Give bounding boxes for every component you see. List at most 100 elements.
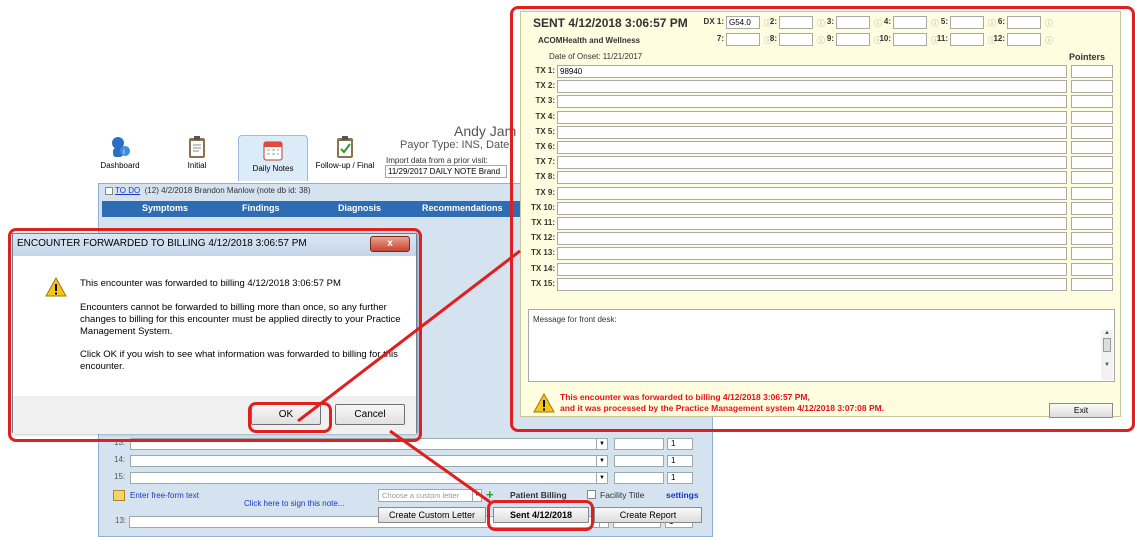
svg-text:i: i <box>123 148 125 156</box>
info-icon[interactable]: ⓘ <box>874 35 882 46</box>
todo-link[interactable]: TO DO <box>115 186 140 195</box>
main-nav: i Dashboard Initial Daily Notes Follow-u… <box>98 135 388 183</box>
info-icon[interactable]: ⓘ <box>817 18 825 29</box>
tab-diagnosis[interactable]: Diagnosis <box>338 203 381 213</box>
nav-label: Dashboard <box>100 161 140 170</box>
dx-input[interactable] <box>950 16 984 29</box>
dashboard-icon: i <box>112 137 130 157</box>
date-of-onset: Date of Onset: 11/21/2017 <box>549 52 643 61</box>
dx-input[interactable] <box>779 16 813 29</box>
tx-row: TX 2: <box>521 80 1122 94</box>
info-icon[interactable]: ⓘ <box>988 18 996 29</box>
clipboard-check-icon <box>337 136 353 158</box>
patient-name: Andy Jam <box>454 123 517 139</box>
dx-label: DX 1: <box>703 17 724 26</box>
todo-checkbox[interactable] <box>105 186 113 195</box>
pointer-input[interactable] <box>1071 141 1113 154</box>
dx-input[interactable] <box>836 33 870 46</box>
nav-daily-notes[interactable]: Daily Notes <box>238 135 308 181</box>
info-icon[interactable]: ⓘ <box>764 18 772 29</box>
dx-label: 3: <box>826 17 834 26</box>
row-field-2[interactable] <box>613 516 661 528</box>
dx-label: 4: <box>883 17 891 26</box>
dx-input[interactable]: G54.0 <box>726 16 760 29</box>
info-icon[interactable]: ⓘ <box>817 35 825 46</box>
pointer-input[interactable] <box>1071 171 1113 185</box>
pointer-input[interactable] <box>1071 277 1113 291</box>
nav-label: Daily Notes <box>252 164 294 173</box>
tx-input[interactable] <box>557 80 1067 94</box>
dx-input[interactable] <box>893 16 927 29</box>
tab-recommendations[interactable]: Recommendations <box>422 203 503 213</box>
chevron-down-icon[interactable]: ▼ <box>1101 362 1113 368</box>
dx-label: 10: <box>879 34 891 43</box>
tab-symptoms[interactable]: Symptoms <box>142 203 188 213</box>
nav-dashboard[interactable]: i Dashboard <box>98 135 142 170</box>
info-icon[interactable]: ⓘ <box>1045 35 1053 46</box>
chevron-down-icon[interactable]: ▼ <box>599 516 609 528</box>
billing-org: ACOMHealth and Wellness <box>538 36 641 45</box>
dx-label: 2: <box>769 17 777 26</box>
dx-input[interactable] <box>779 33 813 46</box>
daily-notes-window: i Dashboard Initial Daily Notes Follow-u… <box>98 105 713 537</box>
import-label: Import data from a prior visit: <box>386 156 488 165</box>
dx-input[interactable] <box>726 33 760 46</box>
dx-label: 5: <box>940 17 948 26</box>
pointer-input[interactable] <box>1071 217 1113 230</box>
todo-text: (12) 4/2/2018 Brandon Manlow (note db id… <box>144 186 311 195</box>
info-icon[interactable]: ⓘ <box>764 35 772 46</box>
row-count[interactable]: 1 <box>665 516 693 528</box>
pointer-input[interactable] <box>1071 65 1113 78</box>
chevron-up-icon[interactable]: ▲ <box>1101 330 1113 336</box>
scrollbar[interactable]: ▲ ▼ <box>1101 330 1113 380</box>
dx-input[interactable] <box>1007 33 1041 46</box>
nav-label: Follow-up / Final <box>315 161 375 170</box>
info-icon[interactable]: ⓘ <box>931 35 939 46</box>
calendar-icon <box>263 141 283 161</box>
tx-input[interactable]: 98940 <box>557 65 1067 78</box>
info-icon[interactable]: ⓘ <box>1045 18 1053 29</box>
dx-label: 9: <box>826 34 834 43</box>
scroll-thumb[interactable] <box>1103 338 1111 352</box>
notes-panel: TO DO (12) 4/2/2018 Brandon Manlow (note… <box>98 183 713 537</box>
pointer-input[interactable] <box>1071 125 1113 139</box>
info-icon[interactable]: ⓘ <box>931 18 939 29</box>
pointer-input[interactable] <box>1071 80 1113 94</box>
row-field[interactable] <box>129 516 609 528</box>
clipboard-icon <box>189 136 205 158</box>
tx-label: TX 2: <box>535 81 555 91</box>
nav-label: Initial <box>187 161 207 170</box>
pointer-input[interactable] <box>1071 262 1113 276</box>
todo-line: TO DO (12) 4/2/2018 Brandon Manlow (note… <box>105 186 311 195</box>
dx-label: 6: <box>997 17 1005 26</box>
tab-findings[interactable]: Findings <box>242 203 280 213</box>
pointers-label: Pointers <box>1069 52 1106 62</box>
dx-label: 7: <box>716 34 724 43</box>
dx-input[interactable] <box>1007 16 1041 29</box>
patient-payor: Payor Type: INS, Date <box>400 139 510 151</box>
pointer-input[interactable] <box>1071 232 1113 246</box>
pointer-input[interactable] <box>1071 110 1113 124</box>
dx-input[interactable] <box>893 33 927 46</box>
dx-input[interactable] <box>836 16 870 29</box>
import-select[interactable]: 11/29/2017 DAILY NOTE Brand <box>385 165 507 178</box>
exit-button[interactable]: Exit <box>1049 403 1113 418</box>
dx-label: 12: <box>993 34 1005 43</box>
nav-follow-up[interactable]: Follow-up / Final <box>310 135 380 170</box>
row-number: 13: <box>115 516 127 525</box>
billing-header: SENT 4/12/2018 3:06:57 PM <box>533 16 688 30</box>
dx-label: 8: <box>769 34 777 43</box>
pointer-input[interactable] <box>1071 186 1113 200</box>
dx-input[interactable] <box>950 33 984 46</box>
nav-initial[interactable]: Initial <box>180 135 214 170</box>
info-icon[interactable]: ⓘ <box>874 18 882 29</box>
info-icon[interactable]: ⓘ <box>988 35 996 46</box>
tx-label: TX 1: <box>535 66 555 75</box>
pointer-input[interactable] <box>1071 95 1113 109</box>
dx-label: 11: <box>936 34 948 43</box>
tx-row: TX 1: 98940 <box>521 65 1122 79</box>
pointer-input[interactable] <box>1071 156 1113 170</box>
pointer-input[interactable] <box>1071 247 1113 261</box>
section-tabs: Symptoms Findings Diagnosis Recommendati… <box>102 201 709 217</box>
pointer-input[interactable] <box>1071 201 1113 215</box>
